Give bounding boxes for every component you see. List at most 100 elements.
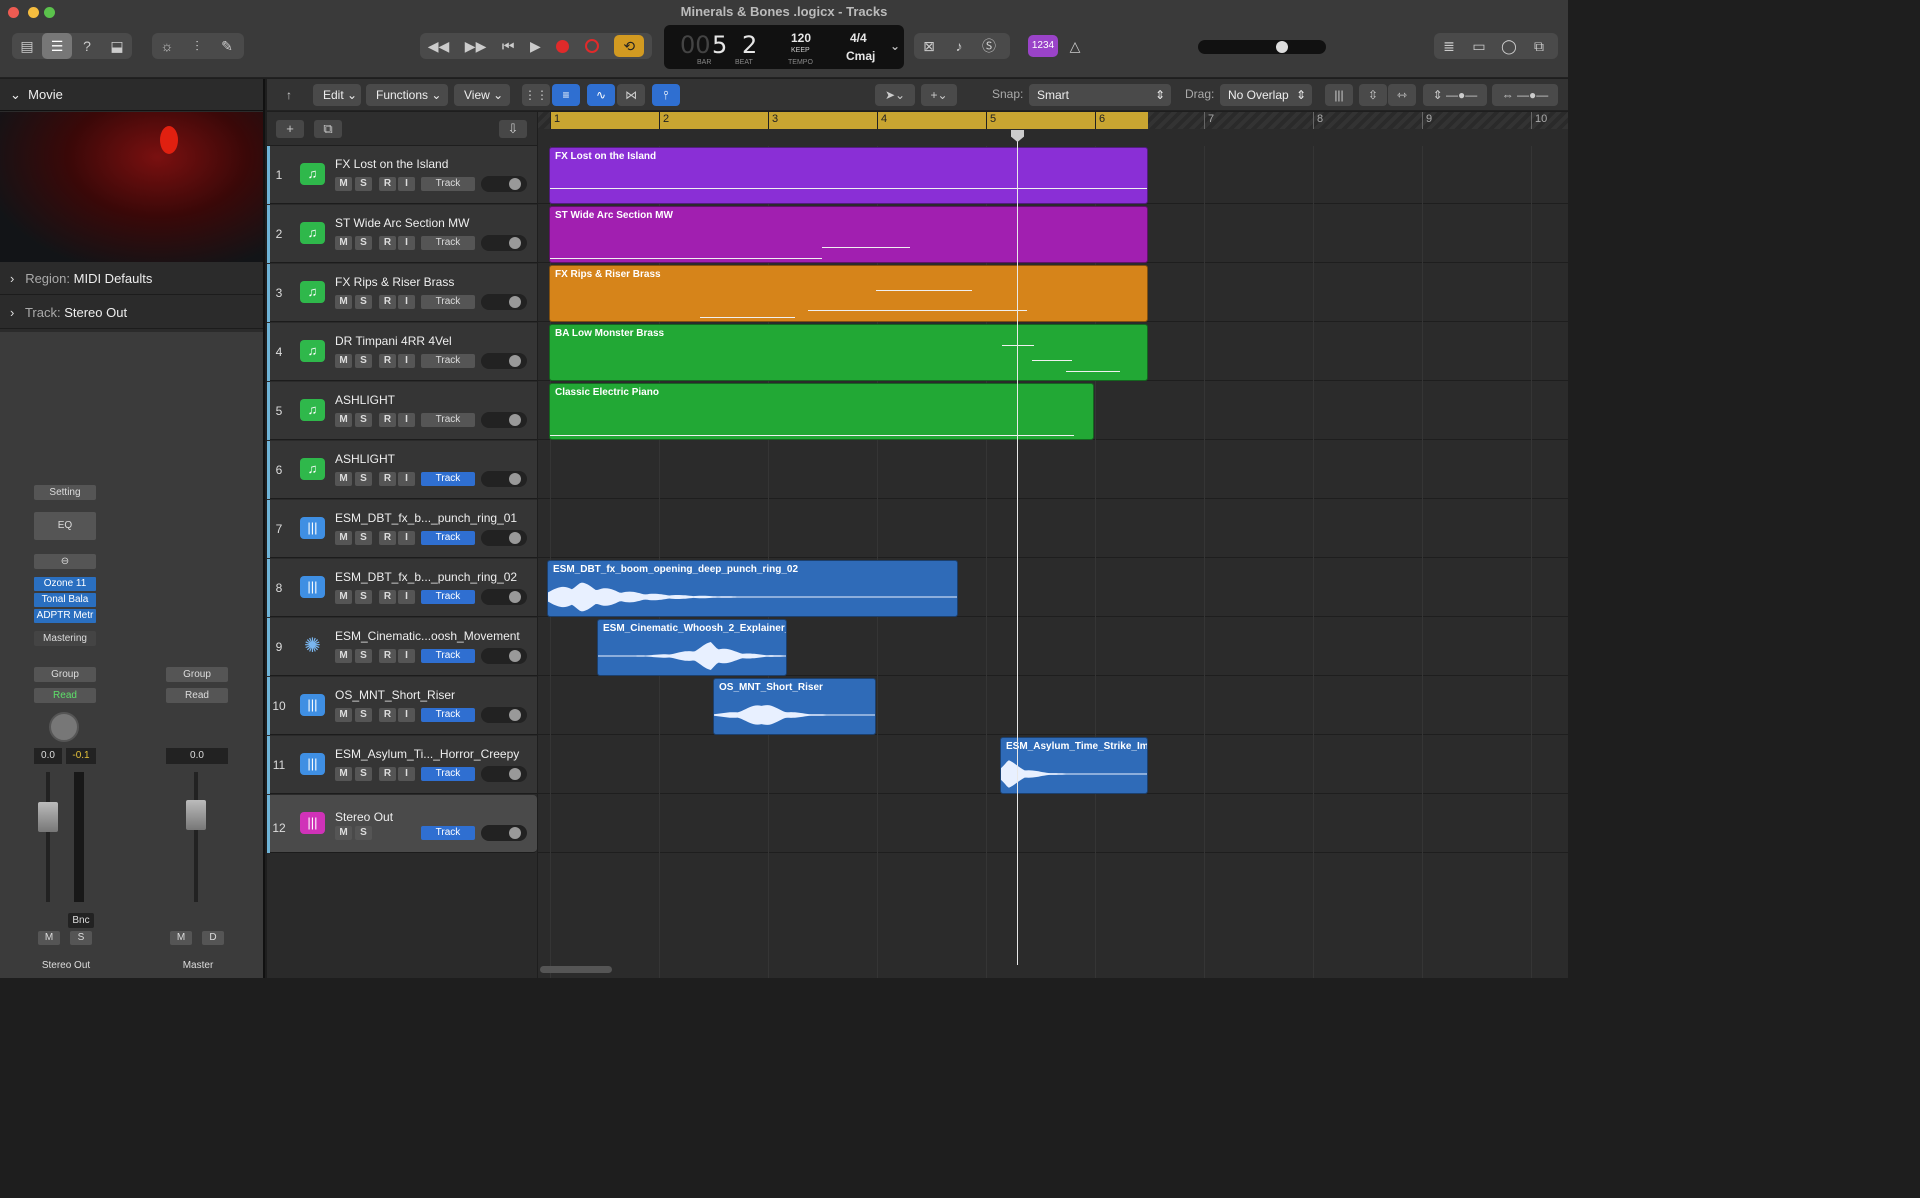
track-power-toggle[interactable] [481, 766, 527, 782]
notepad-icon[interactable]: ▭ [1464, 33, 1494, 59]
track-on-button[interactable]: Track [421, 236, 475, 250]
vertical-zoom-slider[interactable]: ⇕ —●— [1423, 84, 1487, 106]
volume-fader-track[interactable] [46, 772, 50, 902]
track-name[interactable]: ESM_Asylum_Ti..._Horror_Creepy [335, 747, 519, 761]
solo-button[interactable]: S [355, 177, 372, 191]
track-header[interactable]: 12 ||| Stereo Out M S Track [267, 795, 537, 853]
midi-region[interactable]: BA Low Monster Brass [549, 324, 1148, 381]
mute-mode-icon[interactable]: ⊠ [914, 33, 944, 59]
track-header[interactable]: 2 ♫ ST Wide Arc Section MW M S R I Track [267, 205, 537, 263]
track-name[interactable]: ESM_DBT_fx_b..._punch_ring_01 [335, 511, 517, 525]
audio-region[interactable]: OS_MNT_Short_Riser [713, 678, 876, 735]
solo-button[interactable]: S [355, 236, 372, 250]
track-header[interactable]: 7 ||| ESM_DBT_fx_b..._punch_ring_01 M S R I Tra… [267, 500, 537, 558]
plugin-slot-3[interactable]: ADPTR Metr [34, 609, 96, 623]
solo-button[interactable]: S [355, 708, 372, 722]
strip-solo-button[interactable]: S [70, 931, 92, 945]
master-fader-cap[interactable] [186, 800, 206, 830]
volume-fader-cap[interactable] [38, 802, 58, 832]
pan-knob[interactable] [49, 712, 79, 742]
play-icon[interactable]: ▶ [530, 38, 541, 55]
record-enable-button[interactable]: R [379, 354, 396, 368]
track-name[interactable]: ASHLIGHT [335, 393, 395, 407]
record-enable-button[interactable]: R [379, 767, 396, 781]
track-lane[interactable] [538, 441, 1568, 499]
input-monitor-button[interactable]: I [398, 472, 415, 486]
grid-view-icon[interactable]: ⋮⋮ [522, 84, 550, 106]
track-inspector-row[interactable]: › Track: Stereo Out [0, 297, 263, 329]
movie-header[interactable]: ⌄ Movie [0, 79, 263, 111]
setting-button[interactable]: Setting [34, 485, 96, 500]
download-icon[interactable]: ⇩ [499, 120, 527, 138]
up-arrow-icon[interactable]: ↑ [275, 84, 303, 106]
track-power-toggle[interactable] [481, 235, 527, 251]
instrument-icon[interactable]: ♫ [300, 399, 325, 421]
track-on-button[interactable]: Track [421, 295, 475, 309]
audio-region[interactable]: ESM_DBT_fx_boom_opening_deep_punch_ring_… [547, 560, 958, 617]
arrange-area[interactable]: 1 2 3 4 5 6 7 8 9 10 FX Lost on the Island ST Wide… [538, 112, 1568, 978]
mute-button[interactable]: M [335, 826, 352, 840]
track-power-toggle[interactable] [481, 353, 527, 369]
track-on-button[interactable]: Track [421, 177, 475, 191]
master-volume-knob[interactable] [1276, 41, 1288, 53]
mute-button[interactable]: M [335, 177, 352, 191]
mastering-button[interactable]: Mastering [34, 631, 96, 646]
count-in-badge[interactable]: 1234 [1028, 35, 1058, 57]
solo-button[interactable]: S [355, 472, 372, 486]
link-icon[interactable]: ⊖ [34, 554, 96, 569]
plugin-slot-1[interactable]: Ozone 11 [34, 577, 96, 591]
waveform-icon[interactable]: ||| [300, 517, 325, 539]
audio-region[interactable]: ESM_Asylum_Time_Strike_Im [1000, 737, 1148, 794]
cycle-loop-icon[interactable]: ⟲ [614, 35, 645, 57]
mute-button[interactable]: M [335, 531, 352, 545]
instrument-icon[interactable]: ♫ [300, 222, 325, 244]
bounce-button[interactable]: Bnc [68, 913, 94, 928]
loops-icon[interactable]: ◯ [1494, 33, 1524, 59]
eq-button[interactable]: EQ [34, 512, 96, 540]
library-icon[interactable]: ▤ [12, 33, 42, 59]
solo-button[interactable]: S [355, 354, 372, 368]
track-header[interactable]: 5 ♫ ASHLIGHT M S R I Track [267, 382, 537, 440]
solo-button[interactable]: S [355, 590, 372, 604]
inspector-icon[interactable]: ☰ [42, 33, 72, 59]
track-name[interactable]: Stereo Out [335, 806, 393, 828]
track-power-toggle[interactable] [481, 176, 527, 192]
instrument-icon[interactable]: ♫ [300, 163, 325, 185]
track-on-button[interactable]: Track [421, 590, 475, 604]
list-editors-icon[interactable]: ≣ [1434, 33, 1464, 59]
track-header[interactable]: 1 ♫ FX Lost on the Island M S R I Track [267, 146, 537, 204]
toolbar-icon[interactable]: ⬓ [102, 33, 132, 59]
record-enable-button[interactable]: R [379, 708, 396, 722]
input-monitor-button[interactable]: I [398, 236, 415, 250]
tuner-icon[interactable]: ♪ [944, 33, 974, 59]
mute-button[interactable]: M [335, 354, 352, 368]
go-to-start-icon[interactable]: ⏮ [502, 38, 515, 55]
horizontal-zoom-slider[interactable]: ⇔ —●— [1492, 84, 1558, 106]
master-automation-button[interactable]: Read [166, 688, 228, 703]
group-button[interactable]: Group [34, 667, 96, 682]
input-monitor-button[interactable]: I [398, 531, 415, 545]
record-icon[interactable] [556, 39, 570, 53]
record-enable-button[interactable]: R [379, 649, 396, 663]
lcd-display[interactable]: 00 5 2 BAR BEAT 120 KEEP TEMPO 4/4 Cmaj … [664, 25, 904, 69]
track-power-toggle[interactable] [481, 825, 527, 841]
solo-button[interactable]: S [355, 531, 372, 545]
master-volume-readout[interactable]: 0.0 [166, 748, 228, 764]
track-power-toggle[interactable] [481, 648, 527, 664]
view-menu[interactable]: View ⌄ [454, 84, 510, 106]
horizontal-scrollbar[interactable] [540, 966, 612, 973]
track-name[interactable]: DR Timpani 4RR 4Vel [335, 334, 452, 348]
instrument-icon[interactable]: ♫ [300, 340, 325, 362]
track-power-toggle[interactable] [481, 530, 527, 546]
list-view-icon[interactable]: ≡ [552, 84, 580, 106]
waveform-icon[interactable]: ||| [300, 694, 325, 716]
metronome-icon[interactable]: △ [1060, 33, 1090, 59]
track-power-toggle[interactable] [481, 471, 527, 487]
track-name[interactable]: FX Rips & Riser Brass [335, 275, 454, 289]
mute-button[interactable]: M [335, 767, 352, 781]
flex-icon[interactable]: ⋈ [617, 84, 645, 106]
track-on-button[interactable]: Track [421, 472, 475, 486]
input-monitor-button[interactable]: I [398, 708, 415, 722]
mute-button[interactable]: M [335, 295, 352, 309]
track-header[interactable]: 8 ||| ESM_DBT_fx_b..._punch_ring_02 M S R I Tra… [267, 559, 537, 617]
